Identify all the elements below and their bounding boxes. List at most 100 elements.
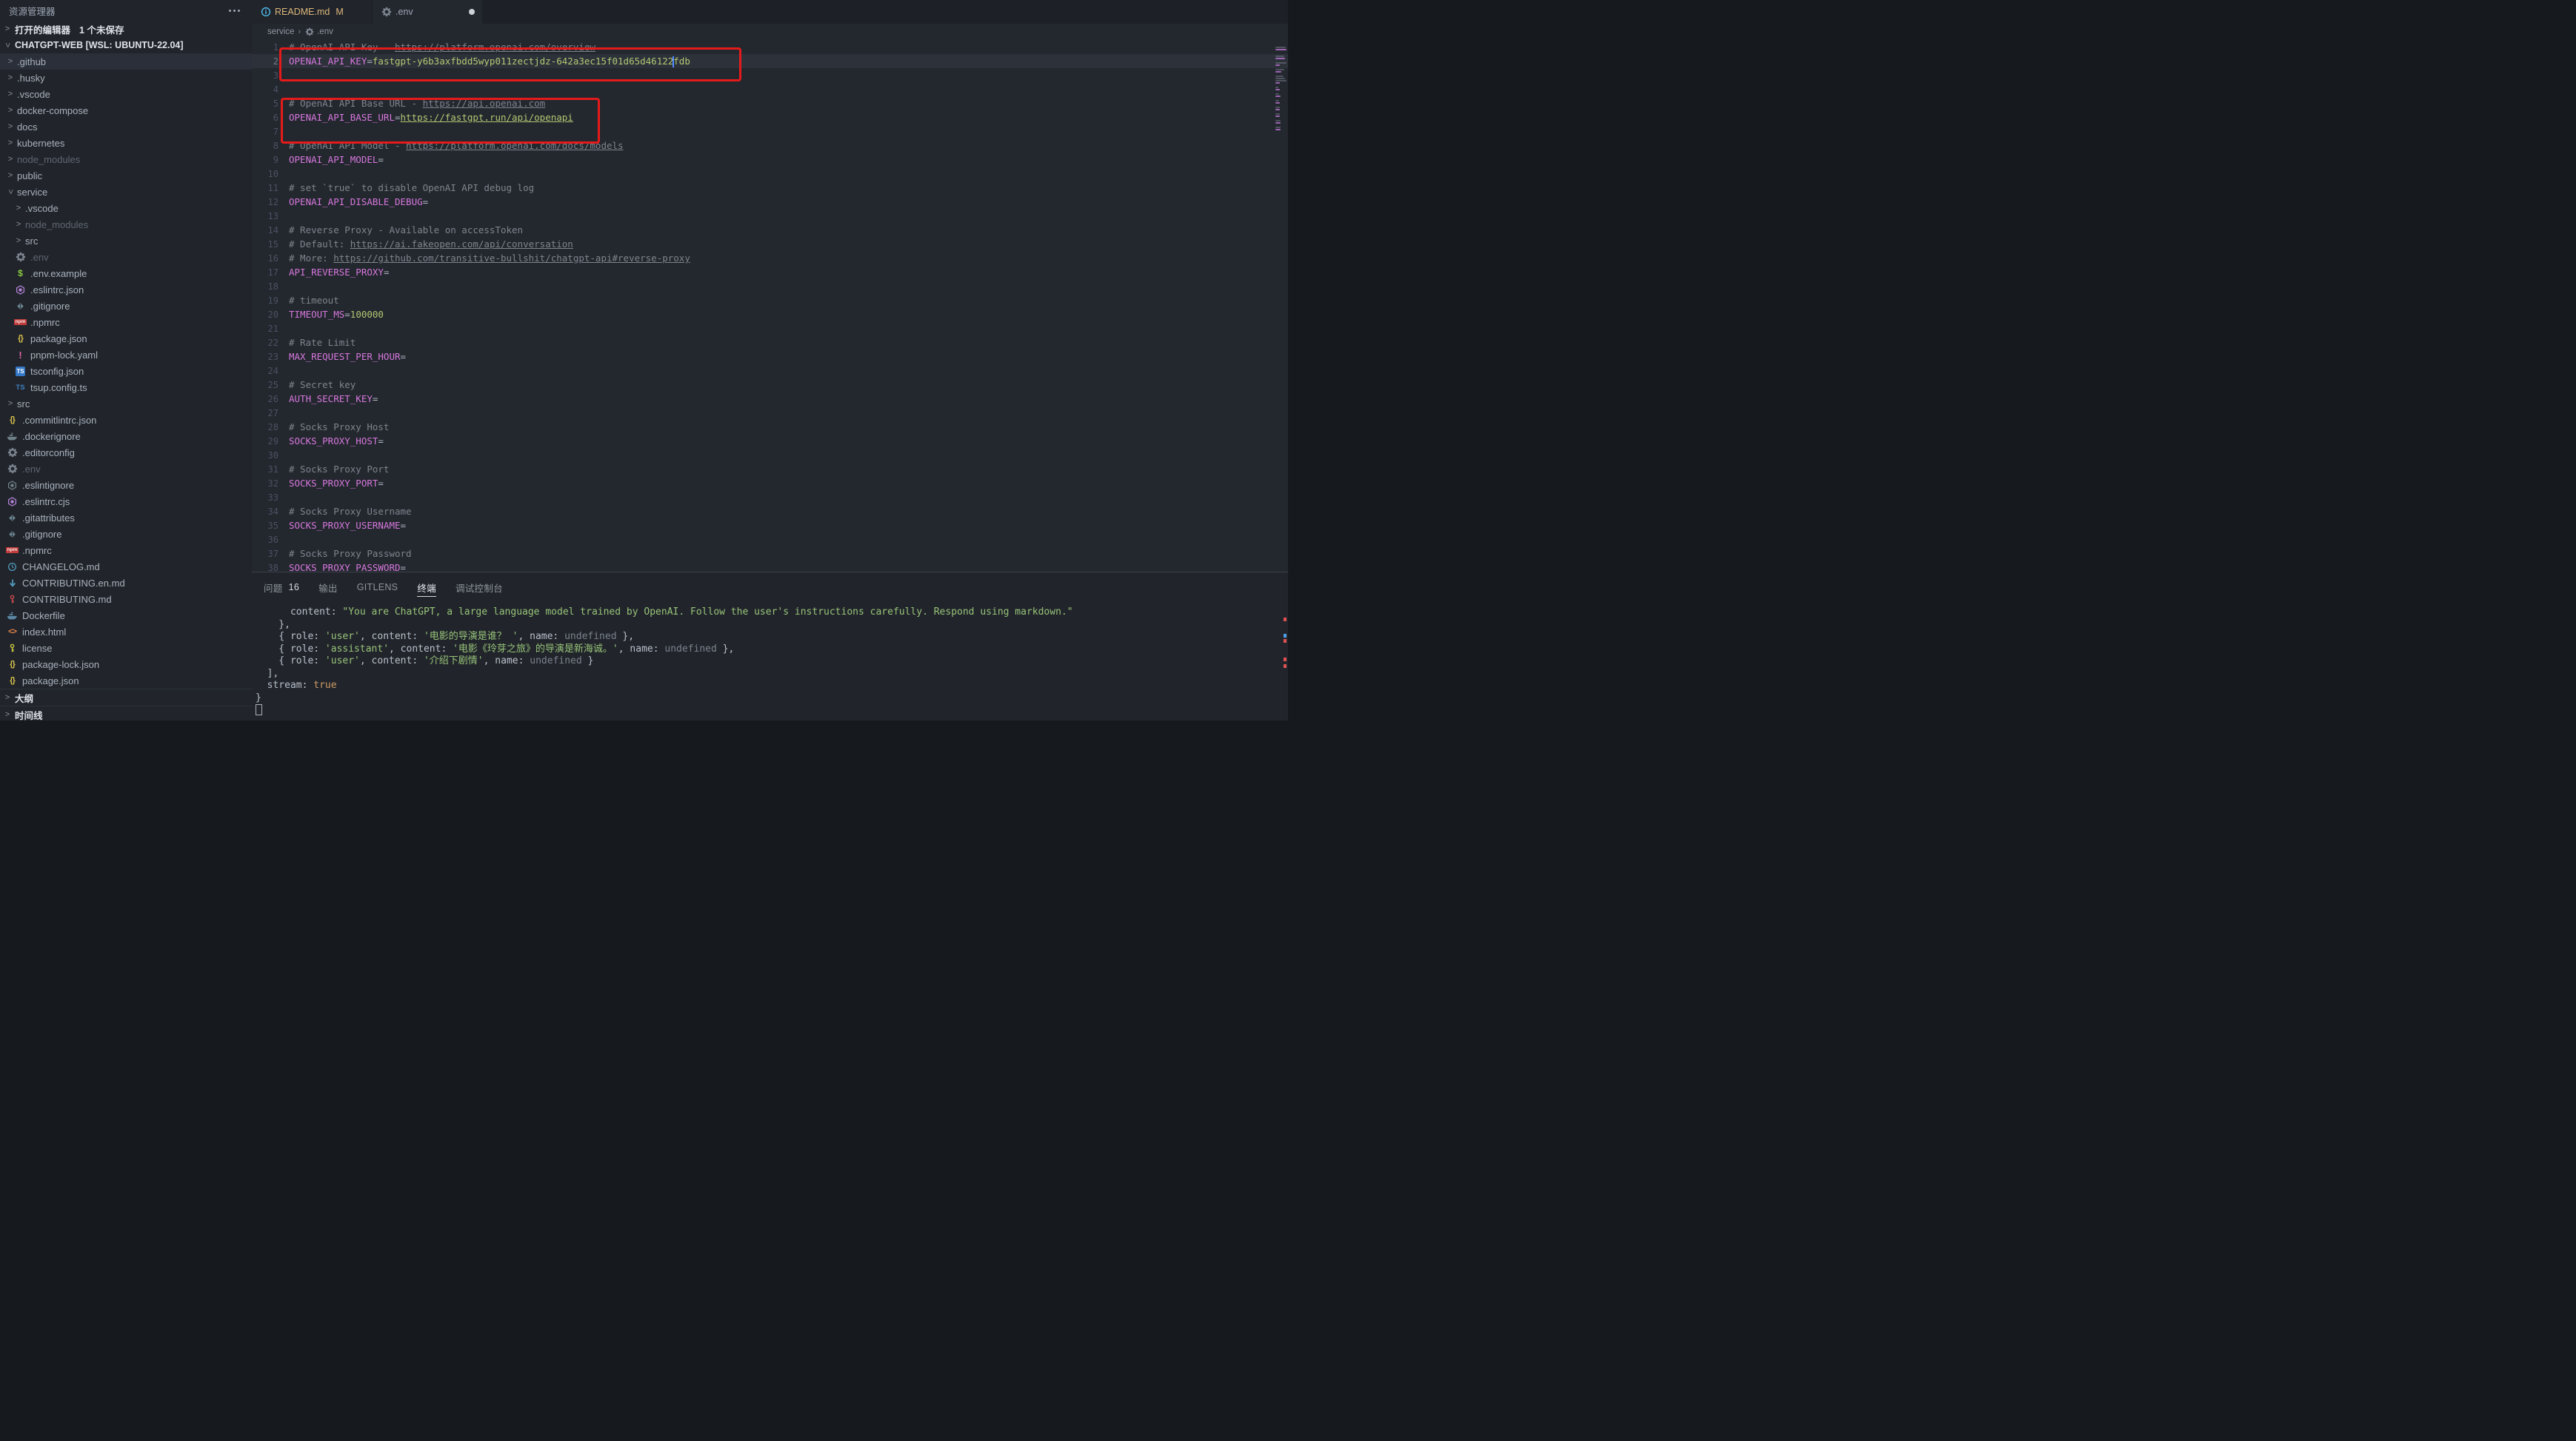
- code-line-37[interactable]: 37# Socks Proxy Password: [252, 546, 1288, 561]
- tree-item-package.json[interactable]: {}package.json: [0, 672, 252, 689]
- tree-item-license[interactable]: license: [0, 640, 252, 656]
- tree-item-src[interactable]: >src: [0, 395, 252, 412]
- tab-.env[interactable]: .env: [373, 0, 483, 24]
- code-line-28[interactable]: 28# Socks Proxy Host: [252, 420, 1288, 434]
- code-line-26[interactable]: 26AUTH_SECRET_KEY=: [252, 392, 1288, 406]
- tree-item-pnpm-lock.yaml[interactable]: !pnpm-lock.yaml: [0, 347, 252, 363]
- code-line-16[interactable]: 16# More: https://github.com/transitive-…: [252, 251, 1288, 265]
- code-line-25[interactable]: 25# Secret key: [252, 378, 1288, 392]
- project-root-section[interactable]: > CHATGPT-WEB [WSL: UBUNTU-22.04]: [0, 37, 252, 53]
- code-line-14[interactable]: 14# Reverse Proxy - Available on accessT…: [252, 223, 1288, 237]
- terminal-output[interactable]: content: "You are ChatGPT, a large langu…: [256, 606, 1273, 720]
- panel-tab-调试控制台[interactable]: 调试控制台: [456, 572, 503, 602]
- tree-item-.gitattributes[interactable]: .gitattributes: [0, 509, 252, 526]
- timeline-section[interactable]: > 时间线: [0, 706, 252, 720]
- tree-item-.vscode[interactable]: >.vscode: [0, 86, 252, 102]
- code-line-30[interactable]: 30: [252, 448, 1288, 462]
- tree-item-.gitignore[interactable]: .gitignore: [0, 298, 252, 314]
- code-line-36[interactable]: 36: [252, 532, 1288, 546]
- tree-item-index.html[interactable]: <>index.html: [0, 623, 252, 640]
- tree-item-.commitlintrc.json[interactable]: {}.commitlintrc.json: [0, 412, 252, 428]
- tree-item-service[interactable]: >service: [0, 184, 252, 200]
- tree-item-.env[interactable]: .env: [0, 461, 252, 477]
- tree-item-.gitignore[interactable]: .gitignore: [0, 526, 252, 542]
- code-line-17[interactable]: 17API_REVERSE_PROXY=: [252, 265, 1288, 279]
- tab-README.md[interactable]: README.mdM: [252, 0, 373, 24]
- tree-item-Dockerfile[interactable]: Dockerfile: [0, 607, 252, 623]
- tree-item-label: .github: [17, 56, 46, 67]
- code-line-3[interactable]: 3: [252, 68, 1288, 82]
- panel-tab-问题[interactable]: 问题16: [264, 572, 299, 602]
- tree-item-.eslintignore[interactable]: .eslintignore: [0, 477, 252, 493]
- tree-item-kubernetes[interactable]: >kubernetes: [0, 135, 252, 151]
- tree-item-CONTRIBUTING.en.md[interactable]: CONTRIBUTING.en.md: [0, 575, 252, 591]
- code-line-32[interactable]: 32SOCKS_PROXY_PORT=: [252, 476, 1288, 490]
- code-line-18[interactable]: 18: [252, 279, 1288, 293]
- open-editors-section[interactable]: > 打开的编辑器 1 个未保存: [0, 21, 252, 37]
- code-line-35[interactable]: 35SOCKS_PROXY_USERNAME=: [252, 518, 1288, 532]
- tree-item-tsup.config.ts[interactable]: TStsup.config.ts: [0, 379, 252, 395]
- panel-tab-终端[interactable]: 终端: [417, 572, 436, 602]
- code-line-12[interactable]: 12OPENAI_API_DISABLE_DEBUG=: [252, 195, 1288, 209]
- code-line-27[interactable]: 27: [252, 406, 1288, 420]
- tree-item-node_modules[interactable]: >node_modules: [0, 151, 252, 167]
- code-editor[interactable]: 1# OpenAI API Key - https://platform.ope…: [252, 39, 1288, 572]
- more-actions-icon[interactable]: [226, 7, 243, 15]
- tree-item-docker-compose[interactable]: >docker-compose: [0, 102, 252, 118]
- code-line-9[interactable]: 9OPENAI_API_MODEL=: [252, 153, 1288, 167]
- tree-item-node_modules[interactable]: >node_modules: [0, 216, 252, 233]
- tree-item-.eslintrc.json[interactable]: .eslintrc.json: [0, 281, 252, 298]
- tree-item-.env[interactable]: .env: [0, 249, 252, 265]
- tree-item-.env.example[interactable]: $.env.example: [0, 265, 252, 281]
- line-number: 34: [252, 506, 278, 517]
- tree-item-tsconfig.json[interactable]: TStsconfig.json: [0, 363, 252, 379]
- code-line-24[interactable]: 24: [252, 364, 1288, 378]
- terminal-scrollbar[interactable]: [1282, 572, 1287, 720]
- code-line-1[interactable]: 1# OpenAI API Key - https://platform.ope…: [252, 40, 1288, 54]
- tree-item-CHANGELOG.md[interactable]: CHANGELOG.md: [0, 558, 252, 575]
- breadcrumb-file[interactable]: .env: [317, 27, 333, 36]
- tree-item-package-lock.json[interactable]: {}package-lock.json: [0, 656, 252, 672]
- minimap[interactable]: [1275, 39, 1288, 572]
- code-line-11[interactable]: 11# set `true` to disable OpenAI API deb…: [252, 181, 1288, 195]
- code-line-29[interactable]: 29SOCKS_PROXY_HOST=: [252, 434, 1288, 448]
- code-line-33[interactable]: 33: [252, 490, 1288, 504]
- code-line-2[interactable]: 2OPENAI_API_KEY=fastgpt-y6b3axfbdd5wyp01…: [252, 54, 1288, 68]
- tree-item-docs[interactable]: >docs: [0, 118, 252, 135]
- tree-item-CONTRIBUTING.md[interactable]: CONTRIBUTING.md: [0, 591, 252, 607]
- code-line-20[interactable]: 20TIMEOUT_MS=100000: [252, 307, 1288, 321]
- tree-item-.eslintrc.cjs[interactable]: .eslintrc.cjs: [0, 493, 252, 509]
- panel-tab-输出[interactable]: 输出: [318, 572, 338, 602]
- code-line-31[interactable]: 31# Socks Proxy Port: [252, 462, 1288, 476]
- tree-item-.dockerignore[interactable]: .dockerignore: [0, 428, 252, 444]
- code-line-8[interactable]: 8# OpenAI API Model - https://platform.o…: [252, 138, 1288, 153]
- tree-item-.husky[interactable]: >.husky: [0, 70, 252, 86]
- minimap-line-mark: [1275, 62, 1287, 64]
- tree-item-.npmrc[interactable]: npm.npmrc: [0, 314, 252, 330]
- code-line-15[interactable]: 15# Default: https://ai.fakeopen.com/api…: [252, 237, 1288, 251]
- code-line-5[interactable]: 5# OpenAI API Base URL - https://api.ope…: [252, 96, 1288, 110]
- code-line-21[interactable]: 21: [252, 321, 1288, 335]
- code-line-22[interactable]: 22# Rate Limit: [252, 335, 1288, 350]
- outline-section[interactable]: > 大纲: [0, 689, 252, 706]
- tree-item-.vscode[interactable]: >.vscode: [0, 200, 252, 216]
- tree-item-.npmrc[interactable]: npm.npmrc: [0, 542, 252, 558]
- tree-item-public[interactable]: >public: [0, 167, 252, 184]
- tree-item-.github[interactable]: >.github: [0, 53, 252, 70]
- code-line-19[interactable]: 19# timeout: [252, 293, 1288, 307]
- code-line-13[interactable]: 13: [252, 209, 1288, 223]
- code-line-23[interactable]: 23MAX_REQUEST_PER_HOUR=: [252, 350, 1288, 364]
- code-line-10[interactable]: 10: [252, 167, 1288, 181]
- code-line-34[interactable]: 34# Socks Proxy Username: [252, 504, 1288, 518]
- unsaved-dot-icon[interactable]: [469, 9, 475, 15]
- tree-item-label: .npmrc: [30, 317, 60, 328]
- code-line-4[interactable]: 4: [252, 82, 1288, 96]
- code-line-38[interactable]: 38SOCKS_PROXY_PASSWORD=: [252, 561, 1288, 572]
- breadcrumb-folder[interactable]: service: [267, 27, 294, 36]
- code-line-7[interactable]: 7: [252, 124, 1288, 138]
- panel-tab-GITLENS[interactable]: GITLENS: [357, 572, 398, 602]
- tree-item-src[interactable]: >src: [0, 233, 252, 249]
- code-line-6[interactable]: 6OPENAI_API_BASE_URL=https://fastgpt.run…: [252, 110, 1288, 124]
- tree-item-.editorconfig[interactable]: .editorconfig: [0, 444, 252, 461]
- tree-item-package.json[interactable]: {}package.json: [0, 330, 252, 347]
